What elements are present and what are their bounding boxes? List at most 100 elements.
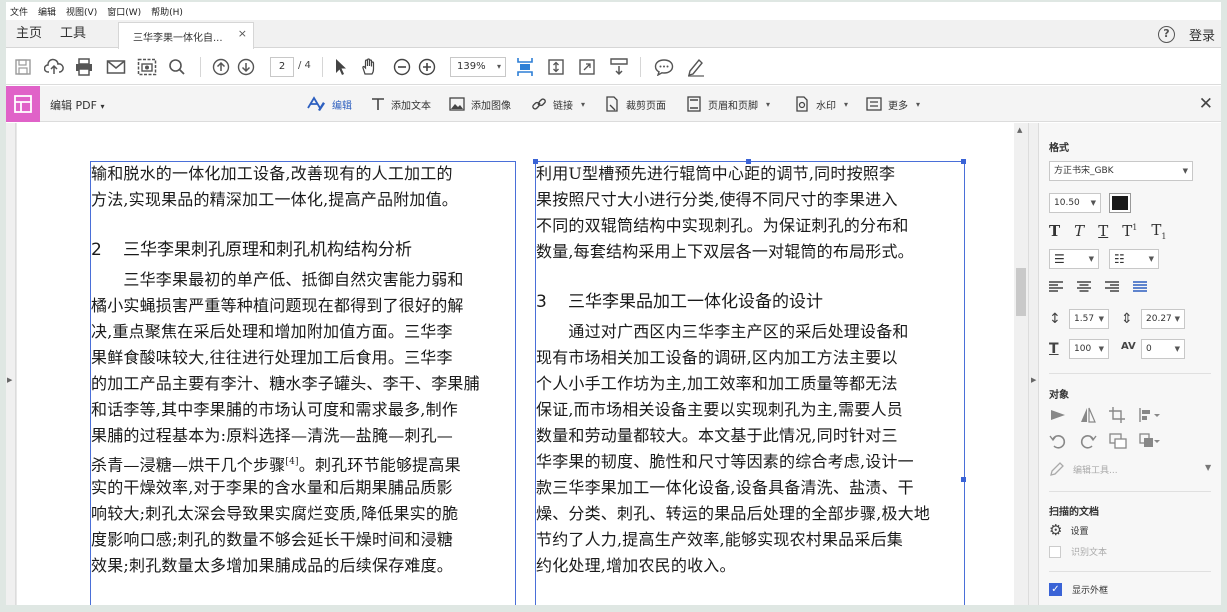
- align-objects-icon[interactable]: [1139, 407, 1161, 423]
- tab-home[interactable]: 主页: [16, 20, 42, 48]
- help-icon[interactable]: ?: [1158, 26, 1175, 43]
- zoom-in-icon[interactable]: [418, 57, 436, 77]
- chevron-down-icon[interactable]: ▾: [766, 100, 770, 109]
- bold-icon[interactable]: T: [1049, 222, 1060, 240]
- object-tools-row-2: [1049, 433, 1173, 449]
- crop-icon[interactable]: [1109, 407, 1127, 423]
- snapshot-icon[interactable]: [137, 57, 157, 77]
- zoom-out-icon[interactable]: [393, 57, 411, 77]
- line-spacing-select[interactable]: 1.57 ▼: [1069, 309, 1109, 329]
- highlight-pen-icon[interactable]: [686, 57, 706, 77]
- tab-tools[interactable]: 工具: [60, 20, 86, 48]
- login-button[interactable]: 登录: [1189, 25, 1215, 44]
- collapse-right-icon[interactable]: ▶: [1031, 376, 1036, 384]
- menu-item[interactable]: 文件: [10, 5, 28, 18]
- select-cursor-icon[interactable]: [334, 57, 348, 77]
- header-footer-label: 页眉和页脚: [708, 100, 758, 112]
- resize-handle[interactable]: [961, 477, 966, 482]
- chevron-down-icon[interactable]: ▾: [844, 100, 848, 109]
- add-image-button[interactable]: 添加图像: [449, 96, 511, 112]
- close-tab-icon[interactable]: ×: [238, 27, 247, 40]
- text-line: 通过对广西区内三华李主产区的采后处理设备和: [536, 322, 909, 341]
- scrollbar-thumb[interactable]: [1016, 268, 1026, 316]
- vertical-scrollbar[interactable]: ▲: [1014, 123, 1028, 605]
- zoom-level-value: 139%: [457, 61, 486, 72]
- flip-horizontal-icon[interactable]: [1079, 407, 1097, 423]
- expand-left-icon[interactable]: ▶: [7, 376, 12, 384]
- search-icon[interactable]: [168, 57, 186, 77]
- rotate-right-icon[interactable]: [1079, 433, 1097, 449]
- resize-handle[interactable]: [961, 159, 966, 164]
- crop-page-button[interactable]: 裁剪页面: [604, 96, 666, 112]
- text-line: 燥、分类、刺孔、转运的果品后处理的全部步骤,极大地: [536, 504, 931, 523]
- show-bbox-option[interactable]: ✓ 显示外框: [1049, 583, 1108, 596]
- recognize-text-checkbox[interactable]: [1049, 545, 1061, 558]
- align-center-icon[interactable]: [1077, 281, 1091, 293]
- numbered-list-select[interactable]: ☷ ▼: [1109, 249, 1159, 269]
- chevron-down-icon[interactable]: ▼: [1205, 463, 1211, 472]
- font-family-select[interactable]: 方正书宋_GBK ▼: [1049, 161, 1193, 181]
- print-icon[interactable]: [74, 57, 94, 77]
- full-screen-icon[interactable]: [578, 57, 596, 77]
- recognize-text-option[interactable]: 识别文本: [1049, 545, 1107, 558]
- menu-item[interactable]: 帮助(H): [151, 5, 183, 18]
- read-mode-icon[interactable]: [609, 57, 629, 77]
- font-size-select[interactable]: 10.50 ▼: [1049, 193, 1101, 213]
- left-panel-toggle[interactable]: ▶: [6, 123, 16, 605]
- save-icon[interactable]: [14, 57, 32, 77]
- header-footer-button[interactable]: 页眉和页脚 ▾: [686, 96, 770, 112]
- next-page-icon[interactable]: [237, 57, 255, 77]
- scrolling-mode-icon[interactable]: [547, 57, 565, 77]
- zoom-level-select[interactable]: 139% ▾: [450, 57, 506, 77]
- email-icon[interactable]: [106, 57, 126, 77]
- subscript-icon[interactable]: T1: [1151, 221, 1166, 241]
- text-column-right[interactable]: 利用U型槽预先进行辊筒中心距的调节,同时按照李 果按照尺寸大小进行分类,使得不同尺…: [536, 161, 956, 579]
- right-panel-toggle[interactable]: ▶: [1028, 123, 1039, 605]
- add-text-button[interactable]: 添加文本: [371, 96, 431, 112]
- document-tab[interactable]: 三华李果一体化自... ×: [118, 22, 254, 49]
- edit-pdf-tool-icon[interactable]: [6, 86, 40, 122]
- hand-tool-icon[interactable]: [360, 57, 378, 77]
- close-icon[interactable]: ✕: [1199, 94, 1213, 114]
- edit-tool-button[interactable]: 编辑工具...: [1049, 461, 1118, 477]
- text-column-left[interactable]: 输和脱水的一体化加工设备,改善现有的人工加工的 方法,实现果品的精深加工一体化,提…: [91, 161, 509, 579]
- replace-image-icon[interactable]: [1109, 433, 1127, 449]
- character-spacing-icon: AV: [1121, 341, 1136, 352]
- crop-page-label: 裁剪页面: [626, 100, 666, 112]
- text-color-picker[interactable]: [1109, 193, 1131, 213]
- character-spacing-select[interactable]: 0 ▼: [1141, 339, 1185, 359]
- italic-icon[interactable]: T: [1074, 222, 1084, 240]
- chevron-down-icon[interactable]: ▾: [581, 100, 585, 109]
- align-right-icon[interactable]: [1105, 281, 1119, 293]
- superscript-icon[interactable]: T1: [1122, 222, 1137, 240]
- bullet-list-select[interactable]: ☰ ▼: [1049, 249, 1099, 269]
- fit-page-icon[interactable]: [516, 57, 534, 77]
- settings-button[interactable]: ⚙ 设置: [1049, 521, 1088, 539]
- comment-icon[interactable]: [654, 57, 674, 77]
- text-line: 响较大;刺孔太深会导致果实腐烂变质,降低果实的脆: [91, 504, 459, 523]
- upload-cloud-icon[interactable]: [44, 57, 64, 77]
- document-tab-title: 三华李果一体化自...: [133, 33, 223, 44]
- menu-item[interactable]: 视图(V): [66, 5, 97, 18]
- more-button[interactable]: 更多 ▾: [866, 96, 920, 112]
- page-number-input[interactable]: 2: [270, 57, 294, 77]
- watermark-button[interactable]: 水印 ▾: [794, 96, 848, 112]
- underline-icon[interactable]: T: [1098, 222, 1108, 240]
- link-button[interactable]: 链接 ▾: [531, 96, 585, 112]
- align-justify-icon[interactable]: [1133, 281, 1147, 293]
- show-bbox-checkbox[interactable]: ✓: [1049, 583, 1062, 596]
- menu-item[interactable]: 窗口(W): [107, 5, 141, 18]
- edit-pdf-title[interactable]: 编辑 PDF ▾: [50, 97, 104, 113]
- rotate-left-icon[interactable]: [1049, 433, 1067, 449]
- chevron-down-icon[interactable]: ▾: [916, 100, 920, 109]
- arrange-icon[interactable]: [1139, 433, 1161, 449]
- horizontal-scale-select[interactable]: 100 ▼: [1069, 339, 1109, 359]
- menu-item[interactable]: 编辑: [38, 5, 56, 18]
- previous-page-icon[interactable]: [212, 57, 230, 77]
- chevron-down-icon: ▼: [1088, 255, 1094, 263]
- edit-text-button[interactable]: 编辑: [306, 96, 352, 112]
- flip-vertical-icon[interactable]: [1049, 407, 1067, 423]
- paragraph-spacing-select[interactable]: 20.27 ▼: [1141, 309, 1185, 329]
- align-left-icon[interactable]: [1049, 281, 1063, 293]
- scroll-up-icon[interactable]: ▲: [1017, 126, 1022, 134]
